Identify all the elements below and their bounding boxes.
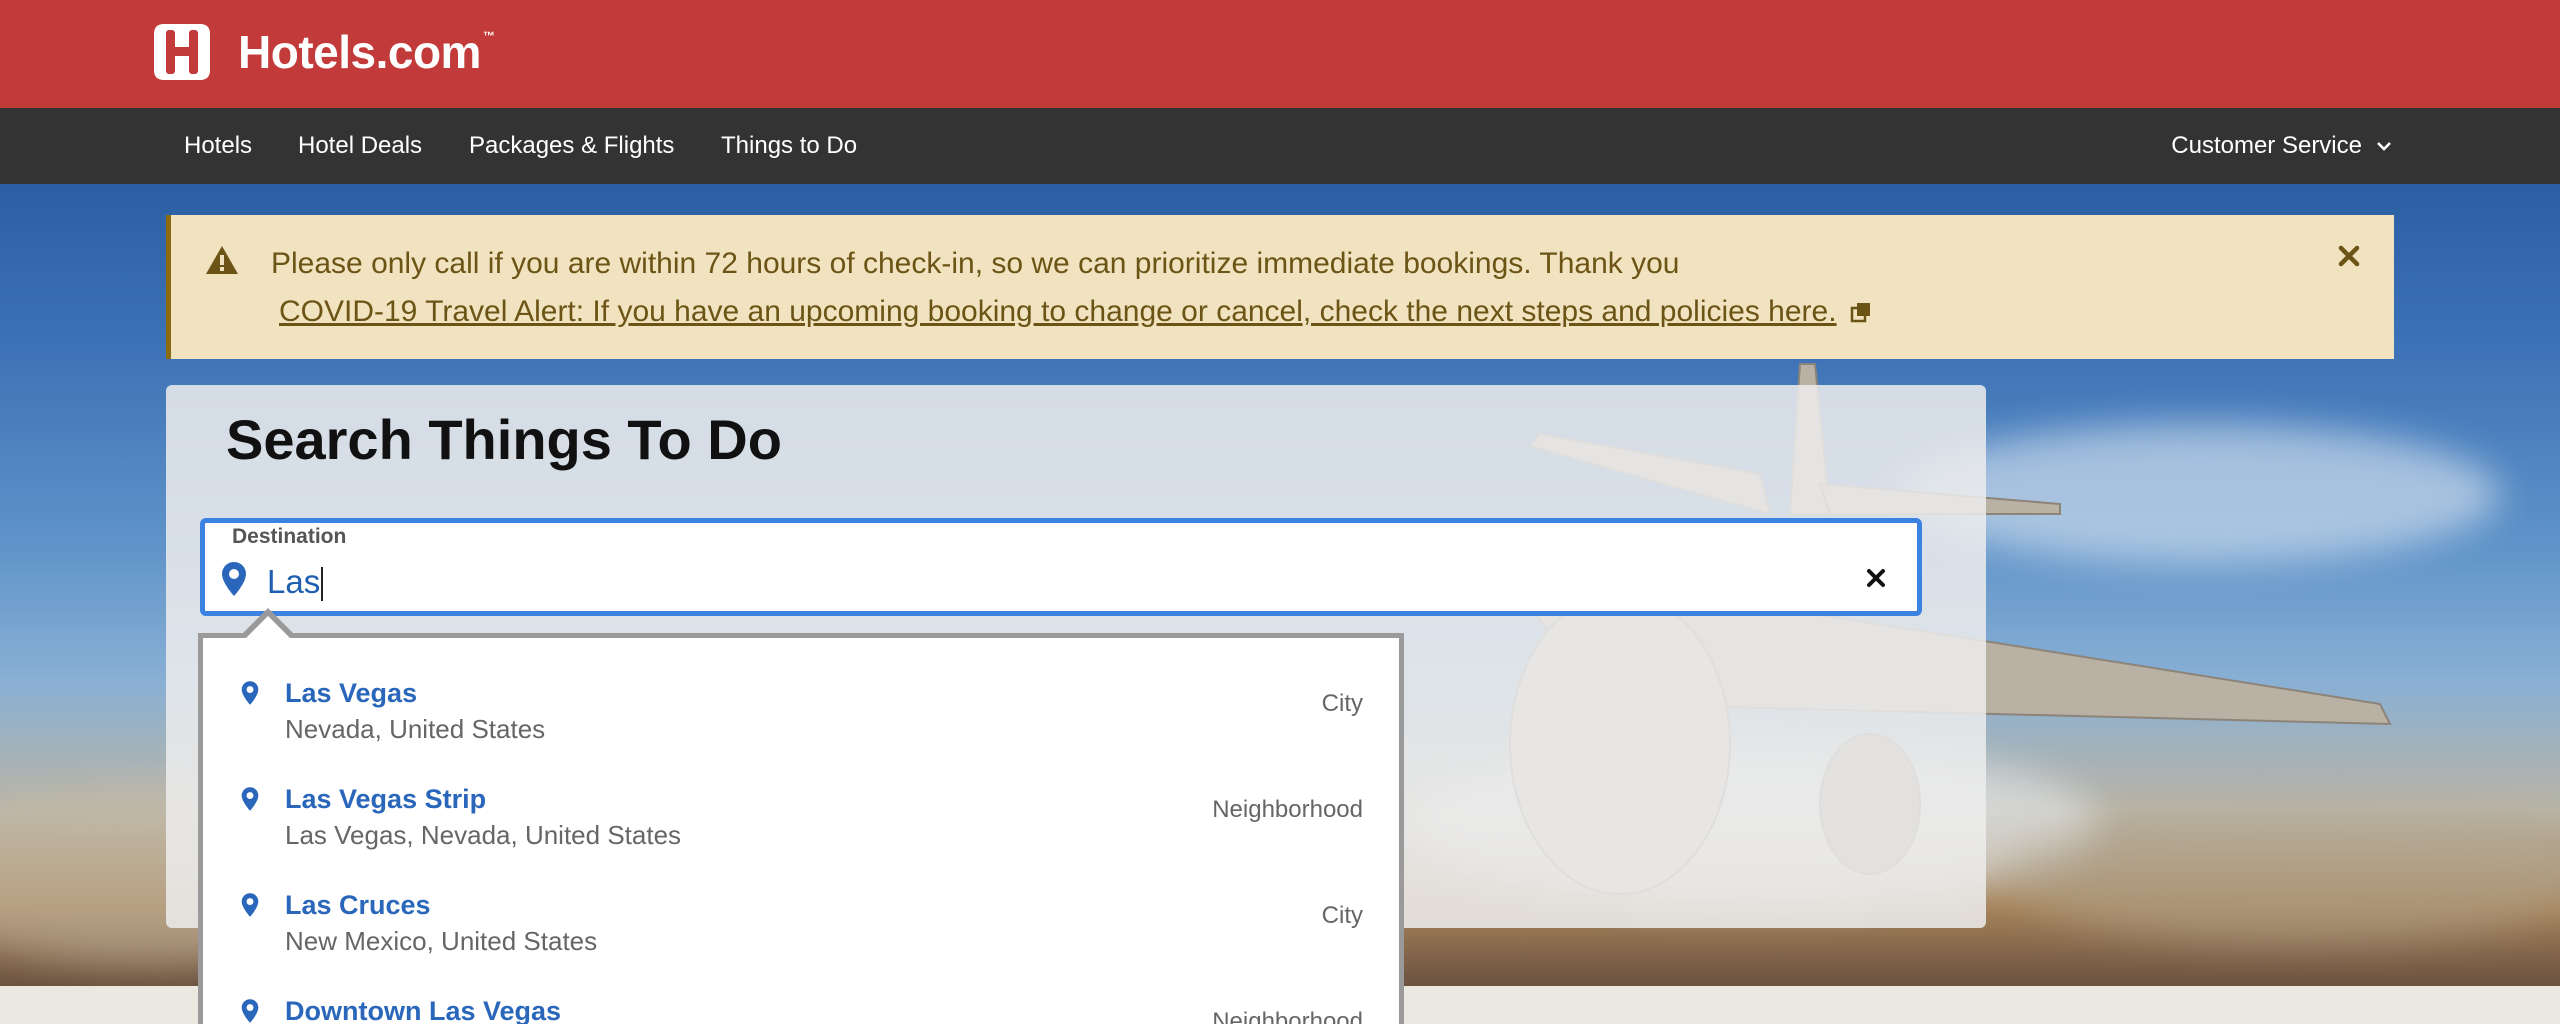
top-header: Hotels.com ™ — [0, 0, 2560, 108]
warning-icon — [206, 246, 238, 274]
suggestion-item[interactable]: Downtown Las Vegas Neighborhood — [203, 956, 1399, 1024]
suggestion-name: Las Vegas Strip — [285, 784, 487, 814]
suggestion-name: Las Cruces — [285, 890, 431, 920]
destination-field[interactable]: Destination Las — [200, 518, 1922, 616]
dropdown-pointer-fill — [246, 616, 290, 638]
page-title: Search Things To Do — [226, 408, 782, 471]
suggestion-location: New Mexico, United States — [285, 926, 598, 956]
location-pin-icon — [241, 893, 259, 917]
alert-message: Please only call if you are within 72 ho… — [271, 247, 1680, 280]
covid-alert-link[interactable]: COVID-19 Travel Alert: If you have an up… — [279, 295, 1873, 329]
location-pin-icon — [222, 562, 246, 596]
alert-banner: Please only call if you are within 72 ho… — [166, 215, 2394, 359]
suggestion-name: Las Vegas — [285, 678, 418, 708]
location-pin-icon — [241, 999, 259, 1023]
suggestion-item[interactable]: Las Vegas Nevada, United States City — [203, 638, 1399, 744]
hotels-logo[interactable]: Hotels.com ™ — [150, 20, 495, 84]
customer-service-label: Customer Service — [2171, 132, 2362, 159]
text-cursor — [321, 567, 324, 602]
close-icon[interactable] — [2334, 241, 2364, 271]
suggestion-location: Nevada, United States — [285, 714, 546, 744]
suggestion-type: City — [1321, 690, 1363, 717]
suggestion-item[interactable]: Las Vegas Strip Las Vegas, Nevada, Unite… — [203, 744, 1399, 850]
nav-packages-flights[interactable]: Packages & Flights — [469, 108, 674, 184]
main-nav: Hotels Hotel Deals Packages & Flights Th… — [0, 108, 2560, 184]
clear-icon[interactable] — [1865, 567, 1887, 589]
nav-things-to-do[interactable]: Things to Do — [721, 108, 857, 184]
covid-alert-link-text: COVID-19 Travel Alert: If you have an up… — [279, 295, 1837, 328]
suggestions-dropdown: Las Vegas Nevada, United States City Las… — [198, 633, 1404, 1024]
nav-hotel-deals[interactable]: Hotel Deals — [298, 108, 422, 184]
location-pin-icon — [241, 681, 259, 705]
suggestion-location: Las Vegas, Nevada, United States — [285, 820, 682, 850]
external-link-icon — [1850, 303, 1870, 323]
destination-label: Destination — [232, 525, 347, 548]
suggestion-type: City — [1321, 902, 1363, 929]
nav-hotels[interactable]: Hotels — [184, 108, 252, 184]
location-pin-icon — [241, 787, 259, 811]
suggestion-name: Downtown Las Vegas — [285, 996, 562, 1024]
customer-service-menu[interactable]: Customer Service — [2171, 108, 2392, 184]
hotels-logo-icon — [154, 24, 210, 80]
suggestion-type: Neighborhood — [1212, 1008, 1363, 1024]
suggestion-type: Neighborhood — [1212, 796, 1363, 823]
brand-name: Hotels.com ™ — [238, 26, 495, 78]
chevron-down-icon — [2377, 142, 2391, 151]
destination-input[interactable]: Las — [267, 563, 1767, 602]
suggestion-item[interactable]: Las Cruces New Mexico, United States Cit… — [203, 850, 1399, 956]
